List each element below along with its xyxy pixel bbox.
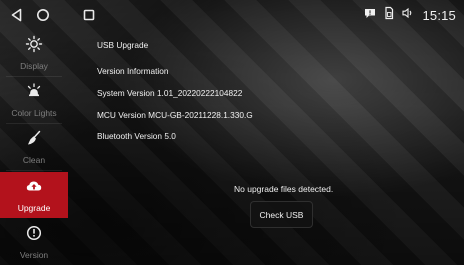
sidebar-item-clean[interactable]: Clean xyxy=(0,124,68,170)
bluetooth-version: Bluetooth Version 5.0 xyxy=(97,131,176,141)
info-icon xyxy=(25,224,43,247)
home-circle-icon[interactable] xyxy=(34,6,52,24)
sun-icon xyxy=(25,35,43,58)
background-texture xyxy=(0,0,464,265)
sidebar-item-label: Version xyxy=(19,250,49,260)
sidebar-item-version[interactable]: Version xyxy=(0,219,68,265)
sidebar-item-label: Color Lights xyxy=(11,108,57,118)
divider xyxy=(6,170,62,171)
sidebar-item-color-lights[interactable]: Color Lights xyxy=(0,77,68,123)
broom-icon xyxy=(25,129,43,152)
sidebar-item-label: Upgrade xyxy=(17,203,51,213)
status-bar: 15:15 xyxy=(0,0,464,30)
sidebar: Display Color Lights Clean Upgrade Versi… xyxy=(0,30,68,265)
settings-screen: 15:15 Display Color Lights Clean Upgrade… xyxy=(0,0,464,265)
volume-icon xyxy=(401,6,415,25)
back-triangle-icon[interactable] xyxy=(8,6,26,24)
sidebar-item-label: Display xyxy=(20,61,48,71)
no-upgrade-files-message: No upgrade files detected. xyxy=(234,184,334,194)
mcu-version: MCU Version MCU-GB-20211228.1.330.G xyxy=(97,110,253,120)
upload-icon xyxy=(25,177,43,200)
version-information-heading: Version Information xyxy=(97,66,169,76)
message-icon xyxy=(363,6,377,25)
sidebar-item-display[interactable]: Display xyxy=(0,30,68,76)
sidebar-item-label: Clean xyxy=(22,155,46,165)
sidebar-item-upgrade[interactable]: Upgrade xyxy=(0,172,68,218)
sim-card-icon xyxy=(384,6,394,25)
lamp-icon xyxy=(25,82,43,105)
system-version: System Version 1.01_20220222104822 xyxy=(97,88,243,98)
usb-upgrade-heading: USB Upgrade xyxy=(97,40,149,50)
check-usb-button[interactable]: Check USB xyxy=(250,201,313,228)
status-icons: 15:15 xyxy=(363,0,456,30)
recents-square-icon[interactable] xyxy=(80,6,98,24)
clock-time: 15:15 xyxy=(422,7,456,23)
